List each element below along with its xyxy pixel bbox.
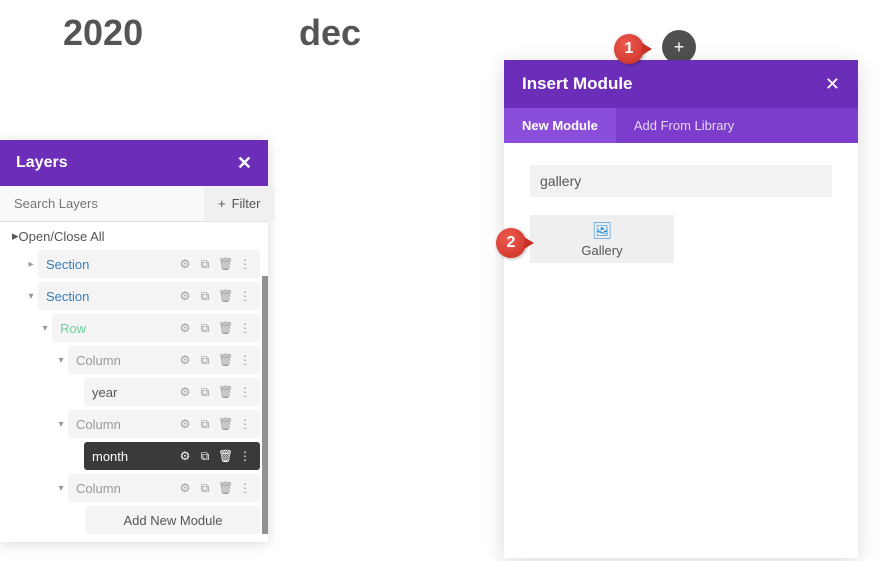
month-display: dec	[299, 12, 361, 54]
more-icon[interactable]: ⋮	[238, 449, 252, 464]
more-icon[interactable]: ⋮	[238, 481, 252, 496]
duplicate-icon[interactable]: ⧉	[198, 257, 212, 272]
layer-item-row[interactable]: ▾ Row ⚙ ⧉ 🗑 ⋮	[38, 314, 260, 342]
add-module-trigger[interactable]: +	[662, 30, 696, 64]
layers-title: Layers	[16, 154, 68, 172]
layer-label: year	[92, 385, 178, 400]
tab-new-module[interactable]: New Module	[504, 108, 616, 143]
duplicate-icon[interactable]: ⧉	[198, 385, 212, 400]
layer-item-section[interactable]: ▾ Section ⚙ ⧉ 🗑 ⋮	[24, 282, 260, 310]
layer-label: Column	[76, 353, 178, 368]
module-results: 🖼 Gallery	[530, 215, 832, 263]
trash-icon[interactable]: 🗑	[218, 481, 232, 496]
close-icon[interactable]: ✕	[825, 75, 840, 93]
open-close-label: Open/Close All	[19, 229, 105, 244]
gear-icon[interactable]: ⚙	[178, 417, 192, 432]
plus-icon: +	[218, 196, 226, 211]
chevron-right-icon[interactable]: ▸	[24, 259, 38, 270]
scrollbar[interactable]	[262, 276, 268, 534]
layer-label: Row	[60, 321, 178, 336]
layer-item-column[interactable]: ▾ Column ⚙ ⧉ 🗑 ⋮	[54, 346, 260, 374]
layer-item-module-year[interactable]: ▾ year ⚙ ⧉ 🗑 ⋮	[70, 378, 260, 406]
duplicate-icon[interactable]: ⧉	[198, 449, 212, 464]
layer-label: Column	[76, 417, 178, 432]
trash-icon[interactable]: 🗑	[218, 257, 232, 272]
duplicate-icon[interactable]: ⧉	[198, 353, 212, 368]
gear-icon[interactable]: ⚙	[178, 257, 192, 272]
layers-toolbar: + Filter	[0, 186, 268, 222]
module-card-label: Gallery	[581, 243, 622, 258]
tab-add-from-library[interactable]: Add From Library	[616, 108, 752, 143]
close-icon[interactable]: ✕	[237, 154, 252, 172]
duplicate-icon[interactable]: ⧉	[198, 321, 212, 336]
more-icon[interactable]: ⋮	[238, 289, 252, 304]
chevron-down-icon[interactable]: ▾	[38, 323, 52, 334]
trash-icon[interactable]: 🗑	[218, 417, 232, 432]
annotation-badge-1: 1	[614, 34, 644, 64]
duplicate-icon[interactable]: ⧉	[198, 289, 212, 304]
layer-item-column[interactable]: ▾ Column ⚙ ⧉ 🗑 ⋮	[54, 474, 260, 502]
layers-panel: Layers ✕ + Filter ▸ Open/Close All ▸ Sec…	[0, 140, 268, 542]
module-card-gallery[interactable]: 🖼 Gallery	[530, 215, 674, 263]
duplicate-icon[interactable]: ⧉	[198, 417, 212, 432]
chevron-down-icon[interactable]: ▾	[54, 483, 68, 494]
gear-icon[interactable]: ⚙	[178, 449, 192, 464]
insert-module-title: Insert Module	[522, 74, 825, 94]
annotation-badge-2: 2	[496, 228, 526, 258]
gear-icon[interactable]: ⚙	[178, 289, 192, 304]
search-layers-input[interactable]	[0, 186, 204, 221]
more-icon[interactable]: ⋮	[238, 417, 252, 432]
layer-label: Section	[46, 289, 178, 304]
gear-icon[interactable]: ⚙	[178, 321, 192, 336]
module-search-input[interactable]	[530, 165, 832, 197]
gear-icon[interactable]: ⚙	[178, 385, 192, 400]
more-icon[interactable]: ⋮	[238, 353, 252, 368]
trash-icon[interactable]: 🗑	[218, 289, 232, 304]
trash-icon[interactable]: 🗑	[218, 449, 232, 464]
gear-icon[interactable]: ⚙	[178, 353, 192, 368]
more-icon[interactable]: ⋮	[238, 257, 252, 272]
year-display: 2020	[63, 12, 143, 54]
chevron-down-icon[interactable]: ▾	[24, 291, 38, 302]
insert-module-panel: Insert Module ✕ New Module Add From Libr…	[504, 60, 858, 558]
layers-tree: ▸ Section ⚙ ⧉ 🗑 ⋮ ▾ Section ⚙	[0, 250, 268, 534]
chevron-down-icon[interactable]: ▾	[54, 419, 68, 430]
chevron-down-icon[interactable]: ▾	[54, 355, 68, 366]
layers-body: ▸ Open/Close All ▸ Section ⚙ ⧉ 🗑 ⋮ ▾	[0, 222, 268, 542]
layer-item-section[interactable]: ▸ Section ⚙ ⧉ 🗑 ⋮	[24, 250, 260, 278]
trash-icon[interactable]: 🗑	[218, 353, 232, 368]
insert-module-body: 🖼 Gallery	[504, 143, 858, 285]
trash-icon[interactable]: 🗑	[218, 321, 232, 336]
layer-label: month	[92, 449, 178, 464]
gear-icon[interactable]: ⚙	[178, 481, 192, 496]
filter-button[interactable]: + Filter	[204, 186, 274, 221]
layer-item-column[interactable]: ▾ Column ⚙ ⧉ 🗑 ⋮	[54, 410, 260, 438]
filter-label: Filter	[232, 196, 261, 211]
open-close-all[interactable]: ▸ Open/Close All	[0, 222, 268, 250]
layer-item-module-month[interactable]: ▾ month ⚙ ⧉ 🗑 ⋮	[70, 442, 260, 470]
insert-module-header: Insert Module ✕	[504, 60, 858, 108]
layers-header: Layers ✕	[0, 140, 268, 186]
layer-label: Section	[46, 257, 178, 272]
more-icon[interactable]: ⋮	[238, 385, 252, 400]
add-new-module-button[interactable]: Add New Module	[86, 506, 260, 534]
layer-label: Column	[76, 481, 178, 496]
insert-module-tabs: New Module Add From Library	[504, 108, 858, 143]
image-icon: 🖼	[592, 221, 612, 241]
duplicate-icon[interactable]: ⧉	[198, 481, 212, 496]
more-icon[interactable]: ⋮	[238, 321, 252, 336]
trash-icon[interactable]: 🗑	[218, 385, 232, 400]
